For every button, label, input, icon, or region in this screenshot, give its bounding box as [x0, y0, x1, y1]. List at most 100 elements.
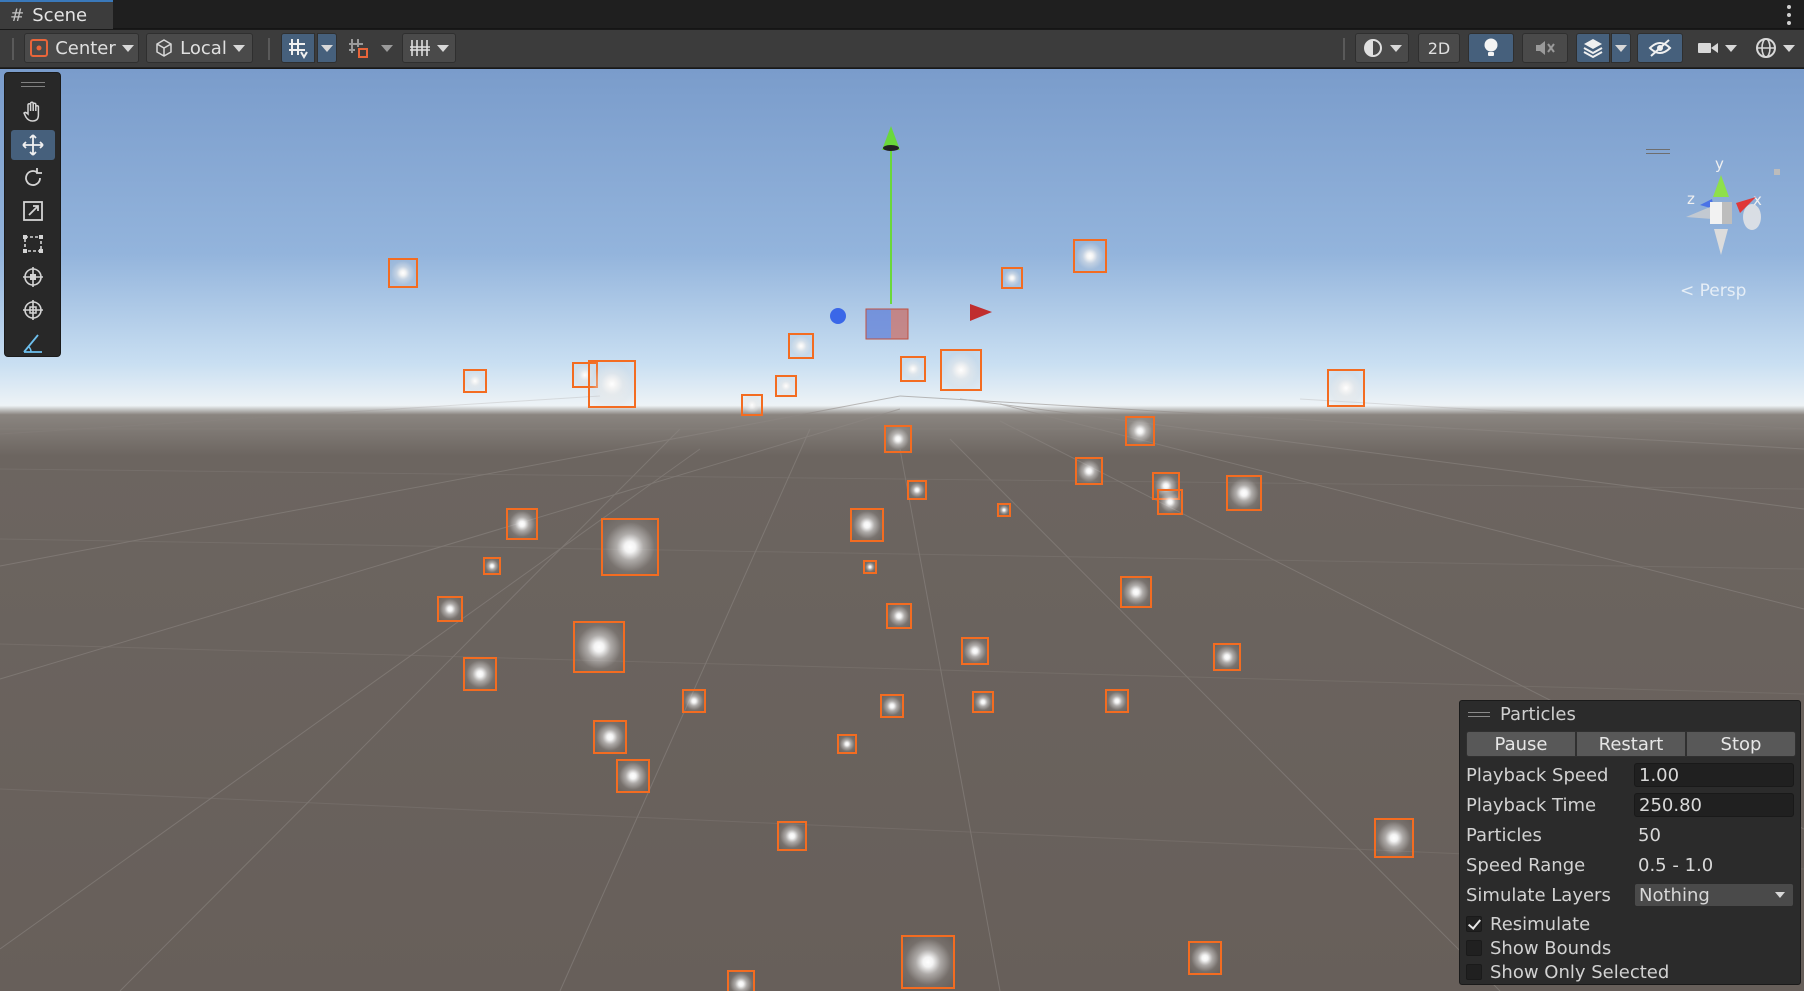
- particle-sprite[interactable]: [1226, 475, 1262, 511]
- particle-sprite[interactable]: [1188, 941, 1222, 975]
- gizmos-dropdown[interactable]: [1748, 33, 1802, 63]
- hidden-objects-toggle[interactable]: [1637, 33, 1683, 63]
- grid-visibility-dropdown[interactable]: [402, 33, 456, 63]
- particle-sprite[interactable]: [601, 518, 659, 576]
- particles-overlay-header[interactable]: Particles: [1460, 701, 1800, 727]
- move-tool[interactable]: [11, 130, 55, 160]
- custom-tool[interactable]: [11, 328, 55, 358]
- move-gizmo-base[interactable]: [820, 289, 1030, 359]
- toolbar-grip[interactable]: [12, 38, 14, 60]
- particle-sprite[interactable]: [837, 734, 857, 754]
- particle-sprite[interactable]: [727, 970, 755, 991]
- toolbar-grip[interactable]: [1343, 38, 1345, 60]
- particle-sprite[interactable]: [741, 394, 763, 416]
- particle-sprite[interactable]: [1105, 689, 1129, 713]
- grid-snap-dropdown[interactable]: [317, 33, 337, 63]
- particle-sprite[interactable]: [850, 508, 884, 542]
- playback-time-field[interactable]: 250.80: [1634, 793, 1794, 817]
- particle-sprite[interactable]: [616, 759, 650, 793]
- particle-sprite[interactable]: [961, 637, 989, 665]
- particle-sprite[interactable]: [463, 369, 487, 393]
- show-only-selected-checkbox[interactable]: [1466, 964, 1482, 980]
- particle-sprite[interactable]: [1157, 489, 1183, 515]
- grid-snap-toggle[interactable]: [281, 33, 315, 63]
- more-options-icon[interactable]: [1786, 5, 1792, 25]
- resimulate-toggle[interactable]: Resimulate: [1466, 913, 1590, 935]
- gizmo-y-label: y: [1715, 157, 1724, 173]
- camera-settings-dropdown[interactable]: [1690, 33, 1744, 63]
- show-bounds-checkbox[interactable]: [1466, 940, 1482, 956]
- particle-sprite[interactable]: [940, 349, 982, 391]
- particle-sprite[interactable]: [437, 596, 463, 622]
- particle-sprite[interactable]: [682, 689, 706, 713]
- lighting-icon: [1484, 38, 1498, 56]
- tools-overlay-handle[interactable]: [21, 82, 45, 87]
- particle-sprite[interactable]: [1125, 416, 1155, 446]
- particle-sprite[interactable]: [388, 258, 418, 288]
- restart-button[interactable]: Restart: [1576, 731, 1686, 757]
- orientation-gizmo[interactable]: y x z: [1670, 157, 1780, 267]
- transform-tool[interactable]: [11, 262, 55, 292]
- particle-sprite[interactable]: [1001, 267, 1023, 289]
- particle-sprite[interactable]: [593, 720, 627, 754]
- particle-sprite[interactable]: [901, 935, 955, 989]
- resimulate-checkbox[interactable]: [1466, 916, 1482, 932]
- effects-dropdown[interactable]: [1611, 33, 1631, 63]
- particle-sprite[interactable]: [463, 657, 497, 691]
- particle-sprite[interactable]: [1120, 576, 1152, 608]
- particle-sprite[interactable]: [900, 356, 926, 382]
- increment-snap-toggle[interactable]: [341, 33, 375, 63]
- pause-button[interactable]: Pause: [1466, 731, 1576, 757]
- move-gizmo[interactable]: [820, 124, 1030, 304]
- scale-icon: [23, 201, 43, 221]
- custom-editor-tool[interactable]: [11, 295, 55, 325]
- particle-sprite[interactable]: [863, 560, 877, 574]
- scale-tool[interactable]: [11, 196, 55, 226]
- particle-sprite[interactable]: [886, 603, 912, 629]
- particle-sprite[interactable]: [1374, 818, 1414, 858]
- hand-icon: [23, 101, 40, 122]
- simulate-layers-dropdown[interactable]: Nothing: [1634, 883, 1794, 907]
- speed-range-value: 0.5 - 1.0: [1638, 854, 1714, 876]
- rect-tool[interactable]: [11, 229, 55, 259]
- particle-sprite[interactable]: [1075, 457, 1103, 485]
- orientation-gizmo-handle[interactable]: [1646, 149, 1670, 154]
- lighting-toggle[interactable]: [1468, 33, 1514, 63]
- particle-sprite[interactable]: [775, 375, 797, 397]
- particle-sprite[interactable]: [1327, 369, 1365, 407]
- particle-sprite[interactable]: [506, 508, 538, 540]
- hand-tool[interactable]: [11, 97, 55, 127]
- projection-label[interactable]: < Persp: [1680, 281, 1746, 301]
- particle-sprite[interactable]: [907, 480, 927, 500]
- particle-sprite[interactable]: [1213, 643, 1241, 671]
- playback-speed-field[interactable]: 1.00: [1634, 763, 1794, 787]
- pivot-mode-label: Center: [55, 37, 116, 59]
- increment-snap-icon: [349, 39, 368, 58]
- draw-mode-dropdown[interactable]: [1355, 33, 1409, 63]
- particle-sprite[interactable]: [588, 360, 636, 408]
- rotate-icon: [25, 168, 42, 186]
- stop-button[interactable]: Stop: [1686, 731, 1796, 757]
- pivot-mode-dropdown[interactable]: Center: [24, 33, 139, 63]
- increment-snap-dropdown[interactable]: [377, 33, 397, 63]
- show-bounds-toggle[interactable]: Show Bounds: [1466, 937, 1611, 959]
- particle-sprite[interactable]: [880, 694, 904, 718]
- 2d-toggle[interactable]: 2D: [1418, 33, 1460, 63]
- particle-sprite[interactable]: [483, 557, 501, 575]
- particle-sprite[interactable]: [573, 621, 625, 673]
- effects-toggle[interactable]: [1576, 33, 1610, 63]
- particle-sprite[interactable]: [997, 503, 1011, 517]
- audio-toggle[interactable]: [1522, 33, 1568, 63]
- toolbar-grip[interactable]: [268, 38, 270, 60]
- particle-sprite[interactable]: [884, 425, 912, 453]
- particle-sprite[interactable]: [788, 333, 814, 359]
- particle-sprite[interactable]: [972, 691, 994, 713]
- show-only-selected-toggle[interactable]: Show Only Selected: [1466, 961, 1669, 983]
- pivot-rotation-dropdown[interactable]: Local: [146, 33, 253, 63]
- tab-scene[interactable]: # Scene: [0, 0, 113, 29]
- particle-sprite[interactable]: [777, 821, 807, 851]
- simulate-layers-value: Nothing: [1639, 884, 1710, 906]
- rotate-tool[interactable]: [11, 163, 55, 193]
- particle-sprite[interactable]: [1073, 239, 1107, 273]
- grid-visibility-icon: [410, 40, 430, 56]
